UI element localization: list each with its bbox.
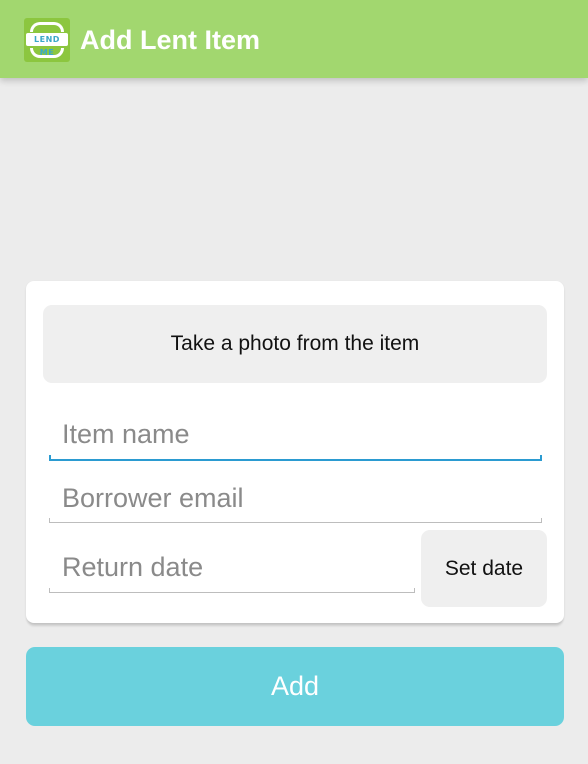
add-button[interactable]: Add	[26, 647, 564, 726]
item-name-underline	[49, 455, 542, 461]
app-logo-icon: LEND ME	[24, 18, 70, 62]
borrower-email-underline	[49, 518, 542, 523]
return-date-field	[49, 544, 415, 593]
app-bar: LEND ME Add Lent Item	[0, 0, 588, 78]
page-title: Add Lent Item	[80, 25, 260, 55]
app-logo-text: LEND ME	[26, 33, 68, 57]
borrower-email-input[interactable]	[49, 475, 542, 521]
borrower-email-field	[49, 475, 542, 523]
set-date-button[interactable]: Set date	[421, 530, 547, 607]
form-card: Take a photo from the item Set date	[26, 281, 564, 623]
take-photo-button[interactable]: Take a photo from the item	[43, 305, 547, 383]
hand-icon	[30, 48, 64, 58]
item-name-input[interactable]	[49, 411, 542, 457]
item-name-field	[49, 411, 542, 461]
return-date-underline	[49, 588, 415, 593]
return-date-input[interactable]	[49, 544, 415, 590]
hand-icon	[30, 22, 64, 32]
